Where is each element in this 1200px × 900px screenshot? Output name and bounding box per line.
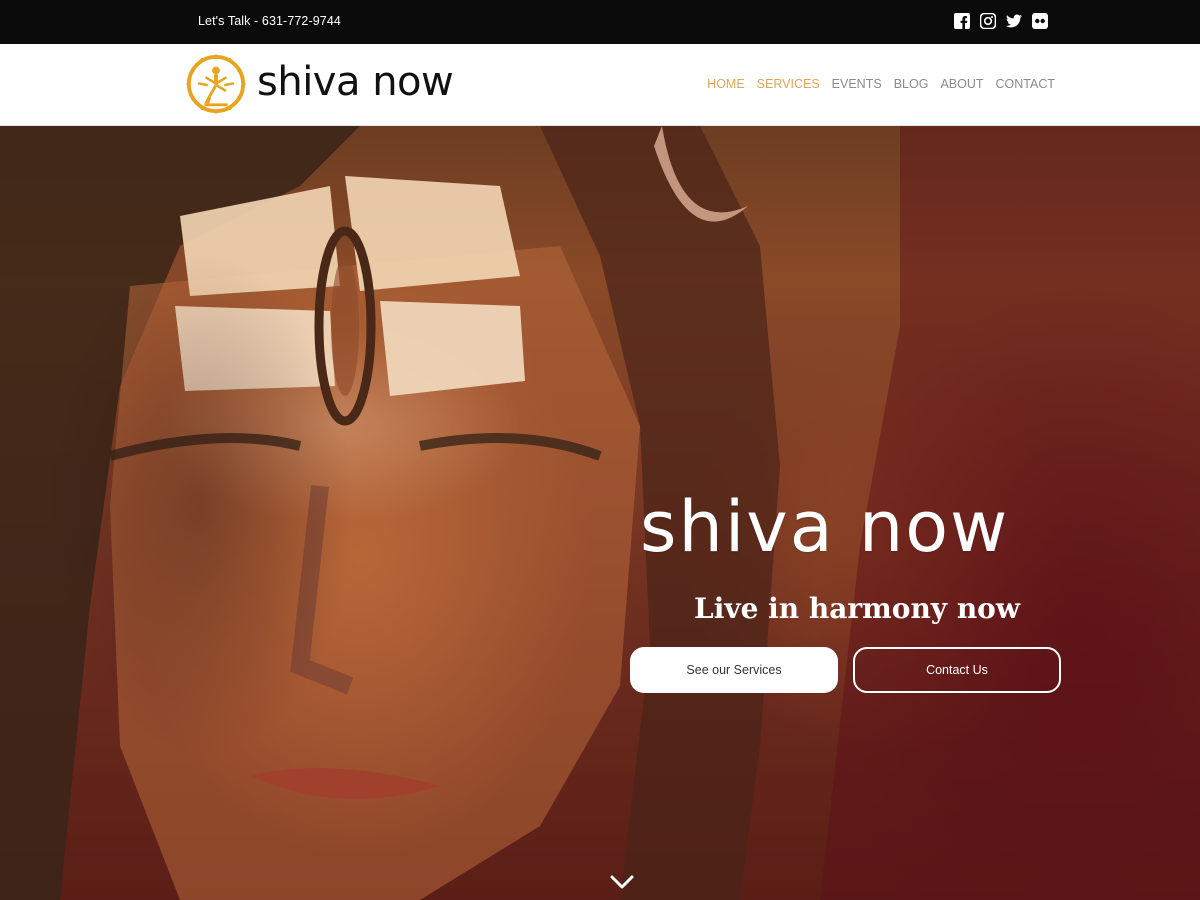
site-header: shiva now HOME SERVICES EVENTS BLOG ABOU… [0,44,1200,126]
top-bar: Let's Talk - 631-772-9744 [0,0,1200,44]
see-services-button[interactable]: See our Services [630,647,838,693]
facebook-icon[interactable] [954,13,970,29]
twitter-icon[interactable] [1006,13,1022,29]
instagram-icon[interactable] [980,13,996,29]
flickr-icon[interactable] [1032,13,1048,29]
nav-services[interactable]: SERVICES [757,77,820,91]
logo-text: shiva now [257,59,454,105]
crescent-moon-graphic [654,126,748,222]
phone-contact[interactable]: Let's Talk - 631-772-9744 [198,14,341,28]
nav-home[interactable]: HOME [707,77,745,91]
chevron-down-icon[interactable] [609,874,635,892]
hero-overlay [0,126,1200,900]
hero-subtitle: Live in harmony now [694,592,1020,625]
nav-contact[interactable]: CONTACT [996,77,1056,91]
main-nav: HOME SERVICES EVENTS BLOG ABOUT CONTACT [707,77,1055,91]
nav-blog[interactable]: BLOG [894,77,929,91]
shiva-emblem-icon [186,54,246,114]
contact-us-button[interactable]: Contact Us [853,647,1061,693]
hero-title: shiva now [640,486,1010,568]
logo[interactable]: shiva now [185,52,454,116]
hero-section: shiva now Live in harmony now See our Se… [0,126,1200,900]
nav-events[interactable]: EVENTS [832,77,882,91]
social-links [954,13,1048,29]
nav-about[interactable]: ABOUT [940,77,983,91]
